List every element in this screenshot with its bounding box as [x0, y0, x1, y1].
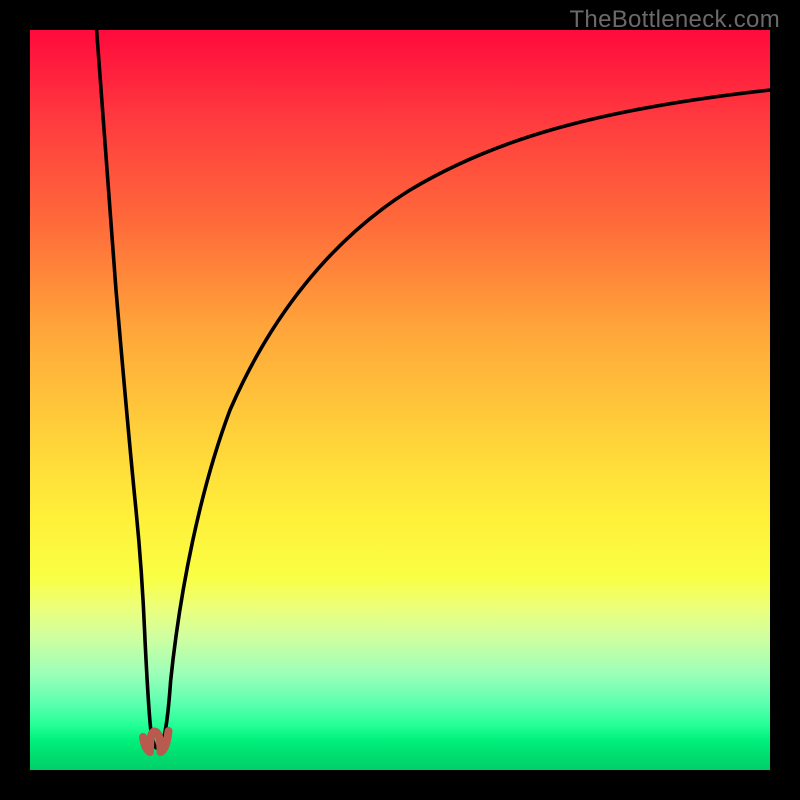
curve-layer: [30, 30, 770, 770]
watermark-text: TheBottleneck.com: [569, 6, 780, 34]
curve-left-branch: [97, 30, 157, 748]
curve-right-branch: [160, 90, 771, 748]
chart-frame: TheBottleneck.com: [0, 0, 800, 800]
